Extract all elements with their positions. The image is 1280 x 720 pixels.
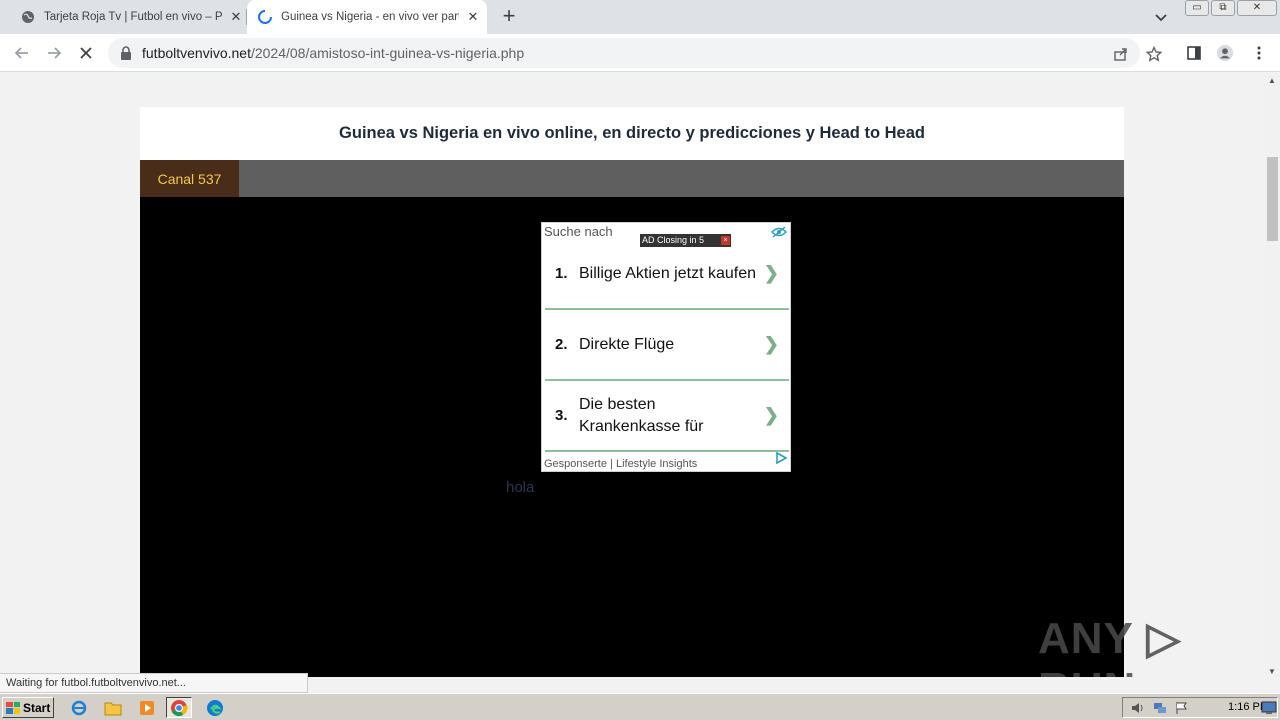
ad-footer: Gesponserte | Lifestyle Insights bbox=[544, 458, 698, 470]
ad-item-number: 1. bbox=[555, 265, 568, 282]
channel-bar: Canal 537 bbox=[140, 160, 1124, 197]
adchoices-play-icon[interactable] bbox=[775, 451, 788, 469]
url-path: /2024/08/amistoso-int-guinea-vs-nigeria.… bbox=[250, 45, 525, 61]
volume-icon[interactable] bbox=[1131, 701, 1145, 715]
lock-icon[interactable] bbox=[120, 46, 132, 65]
ad-item[interactable]: 3. Die besten Krankenkasse für ❯ bbox=[545, 381, 789, 452]
channel-tab[interactable]: Canal 537 bbox=[140, 160, 239, 197]
browser-tab-tarjeta-roja[interactable]: Tarjeta Roja Tv | Futbol en vivo – Pir ✕ bbox=[0, 0, 246, 34]
minimize-button[interactable]: ▭ bbox=[1185, 0, 1209, 16]
page-header-card: Guinea vs Nigeria en vivo online, en dir… bbox=[140, 107, 1124, 160]
chevron-right-icon: ❯ bbox=[763, 334, 779, 354]
browser-toolbar: futboltvenvivo.net/2024/08/amistoso-int-… bbox=[0, 34, 1280, 72]
loading-spinner-icon bbox=[257, 9, 273, 25]
system-tray: 1:16 PM bbox=[1122, 697, 1278, 718]
player-text: hola bbox=[506, 479, 535, 496]
ad-heading: Suche nach bbox=[544, 224, 613, 239]
ad-item-number: 2. bbox=[555, 336, 568, 353]
profile-avatar-icon[interactable] bbox=[1216, 44, 1234, 62]
back-button[interactable] bbox=[12, 43, 32, 63]
stop-loading-button[interactable] bbox=[76, 43, 96, 63]
ad-item-text: Die besten Krankenkasse für bbox=[579, 396, 704, 435]
window-controls: ▭ ⧉ ✕ bbox=[1183, 0, 1277, 18]
arrow-left-icon bbox=[14, 47, 28, 59]
ad-item[interactable]: 2. Direkte Flüge ❯ bbox=[545, 310, 789, 381]
tab-strip: Tarjeta Roja Tv | Futbol en vivo – Pir ✕… bbox=[0, 0, 1280, 34]
internet-explorer-icon[interactable] bbox=[66, 697, 92, 718]
ad-item-number: 3. bbox=[555, 407, 568, 424]
arrow-right-icon bbox=[48, 47, 62, 59]
network-icon[interactable] bbox=[1153, 701, 1167, 715]
start-button[interactable]: Start bbox=[2, 697, 54, 718]
tab-close-icon[interactable]: ✕ bbox=[228, 9, 244, 25]
tab-title: Guinea vs Nigeria - en vivo ver partid bbox=[281, 11, 459, 23]
scroll-thumb[interactable] bbox=[1267, 157, 1278, 241]
file-explorer-icon[interactable] bbox=[100, 697, 126, 718]
video-player[interactable]: Suche nach AD Closing in 5 × 1. Billige … bbox=[140, 197, 1124, 677]
browser-tab-guinea-nigeria[interactable]: Guinea vs Nigeria - en vivo ver partid ✕ bbox=[247, 0, 487, 34]
chevron-right-icon: ❯ bbox=[763, 263, 779, 283]
scroll-down-arrow-icon[interactable]: ▼ bbox=[1268, 667, 1276, 676]
start-label: Start bbox=[23, 700, 51, 715]
chevron-right-icon: ❯ bbox=[763, 405, 779, 425]
media-player-icon[interactable] bbox=[134, 697, 160, 718]
status-bubble: Waiting for futbol.futboltvenvivo.net... bbox=[0, 673, 308, 693]
ad-overlay[interactable]: Suche nach AD Closing in 5 × 1. Billige … bbox=[541, 222, 791, 472]
bookmark-star-icon[interactable] bbox=[1145, 45, 1163, 63]
side-panel-icon[interactable] bbox=[1185, 44, 1203, 62]
globe-icon bbox=[20, 9, 36, 25]
chrome-taskbar-icon[interactable] bbox=[166, 697, 192, 718]
close-window-button[interactable]: ✕ bbox=[1237, 0, 1277, 16]
ad-item-text: Direkte Flüge bbox=[579, 336, 675, 353]
url-domain: futboltvenvivo.net bbox=[142, 45, 251, 61]
forward-button[interactable] bbox=[44, 43, 64, 63]
tab-title: Tarjeta Roja Tv | Futbol en vivo – Pir bbox=[44, 11, 222, 23]
ad-item[interactable]: 1. Billige Aktien jetzt kaufen ❯ bbox=[545, 239, 789, 310]
address-bar[interactable]: futboltvenvivo.net/2024/08/amistoso-int-… bbox=[108, 38, 1162, 68]
url-text: futboltvenvivo.net/2024/08/amistoso-int-… bbox=[142, 45, 524, 61]
windows-taskbar: Start 1:16 PM bbox=[0, 693, 1280, 720]
edge-icon[interactable] bbox=[202, 697, 228, 718]
tab-search-chevron-icon[interactable] bbox=[1152, 8, 1170, 26]
ad-item-text: Billige Aktien jetzt kaufen bbox=[579, 265, 756, 282]
anyrun-watermark: ANY ▷ RUN bbox=[1038, 614, 1182, 677]
windows-logo-icon bbox=[6, 701, 20, 714]
restore-button[interactable]: ⧉ bbox=[1211, 0, 1235, 16]
new-tab-button[interactable]: + bbox=[498, 5, 520, 28]
show-desktop-icon[interactable] bbox=[1256, 697, 1280, 718]
action-center-flag-icon[interactable] bbox=[1175, 701, 1189, 715]
scroll-up-arrow-icon[interactable]: ▲ bbox=[1268, 76, 1276, 85]
page-scrollbar[interactable]: ▲ ▼ bbox=[1265, 73, 1280, 677]
page-title: Guinea vs Nigeria en vivo online, en dir… bbox=[339, 124, 925, 142]
tab-close-icon[interactable]: ✕ bbox=[465, 9, 481, 25]
page-viewport: Guinea vs Nigeria en vivo online, en dir… bbox=[0, 73, 1265, 677]
kebab-menu-icon[interactable] bbox=[1250, 44, 1268, 62]
share-icon[interactable] bbox=[1112, 45, 1130, 63]
close-icon bbox=[80, 47, 92, 59]
